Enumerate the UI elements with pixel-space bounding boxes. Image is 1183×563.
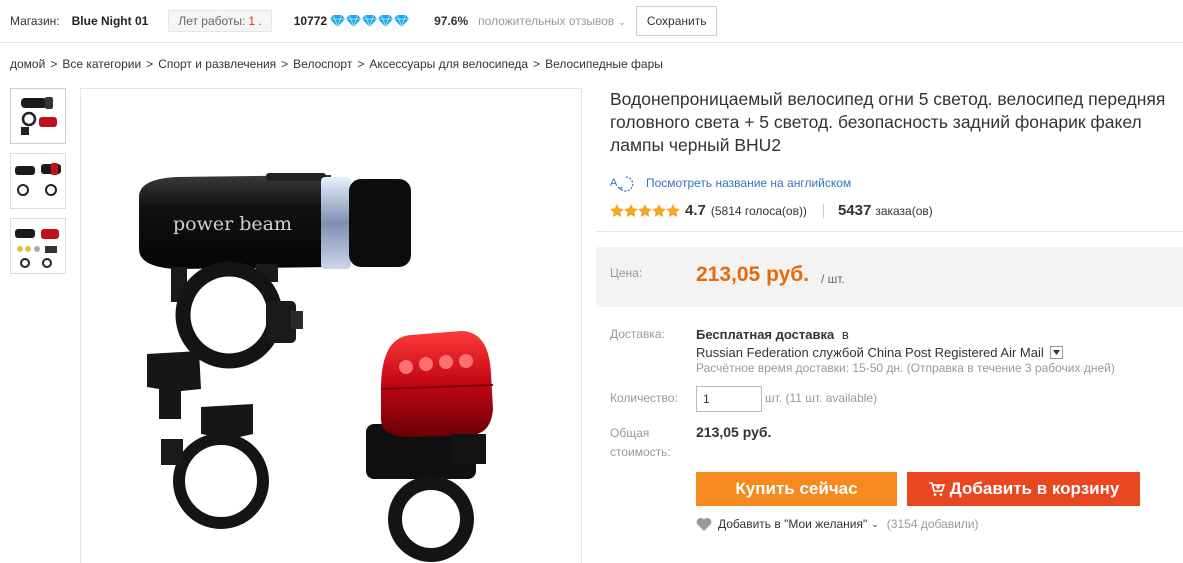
diamond-icon	[330, 15, 346, 27]
rating-stars[interactable]	[610, 204, 680, 217]
breadcrumb-separator: >	[357, 57, 365, 71]
feedback-label: положительных отзывов	[478, 14, 615, 28]
delivery-route[interactable]: Russian Federation службой China Post Re…	[696, 345, 1063, 360]
delivery-free: Бесплатная доставка в	[696, 327, 849, 342]
total-value: 213,05 руб.	[696, 424, 772, 440]
price-value: 213,05 руб.	[696, 263, 810, 286]
star-icon	[624, 204, 638, 217]
orders-count: 5437	[837, 202, 872, 219]
rating-divider	[822, 203, 824, 218]
delivery-dropdown-button[interactable]	[1049, 346, 1063, 359]
delivery-route-text: Russian Federation службой China Post Re…	[696, 345, 1044, 360]
store-bar: Магазин: Blue Night 01 Лет работы: 1 . 1…	[0, 0, 1183, 43]
price-label: Цена:	[610, 266, 643, 280]
translate-icon: A	[610, 176, 634, 192]
chevron-down-icon: ⌄	[618, 17, 626, 27]
bike-light-image: power beam	[139, 173, 494, 562]
breadcrumb-all-categories[interactable]: Все категории	[62, 57, 141, 71]
breadcrumb-cycling[interactable]: Велоспорт	[293, 57, 352, 71]
product-thumbnail-1[interactable]	[10, 88, 66, 144]
product-thumbnail-2[interactable]	[10, 153, 66, 209]
diamond-icon	[394, 15, 410, 27]
price-box: Цена: 213,05 руб. / шт.	[596, 247, 1183, 307]
diamond-icon	[346, 15, 362, 27]
diamond-icon	[362, 15, 378, 27]
star-icon	[652, 204, 666, 217]
thumbnail-image	[15, 229, 59, 268]
rating-value: 4.7	[685, 202, 706, 219]
chevron-down-icon: ⌄	[871, 518, 879, 529]
star-icon	[666, 204, 680, 217]
divider	[596, 231, 1183, 232]
product-title: Водонепроницаемый велосипед огни 5 свето…	[610, 89, 1166, 155]
years-label: Лет работы:	[178, 14, 246, 28]
years-value: 1 .	[248, 14, 262, 28]
breadcrumb-separator: >	[281, 57, 289, 71]
delivery-label: Доставка:	[610, 327, 665, 341]
price-unit: / шт.	[821, 272, 845, 286]
svg-text:A: A	[610, 177, 618, 189]
orders-label: заказа(ов)	[875, 203, 933, 218]
store-score[interactable]: 10772	[294, 14, 327, 28]
save-store-button[interactable]: Сохранить	[635, 6, 718, 36]
thumbnail-image	[15, 163, 61, 196]
store-label: Магазин:	[10, 14, 60, 28]
free-shipping-text: Бесплатная доставка	[696, 327, 835, 342]
breadcrumb-separator: >	[533, 57, 541, 71]
buy-now-button[interactable]: Купить сейчас	[696, 472, 897, 506]
heart-icon	[696, 517, 712, 531]
store-name-link[interactable]: Blue Night 01	[72, 14, 149, 28]
store-years-badge: Лет работы: 1 .	[168, 10, 272, 32]
positive-feedback-percent: 97.6%	[434, 14, 469, 28]
breadcrumb-bike-accessories[interactable]: Аксессуары для велосипеда	[369, 57, 528, 71]
product-thumbnail-3[interactable]	[10, 218, 66, 274]
wishlist-link[interactable]: Добавить в "Мои желания" ⌄ (3154 добавил…	[696, 517, 979, 531]
star-icon	[638, 204, 652, 217]
feedback-dropdown[interactable]: положительных отзывов ⌄	[478, 14, 626, 28]
wishlist-label: Добавить в "Мои желания"	[718, 517, 868, 531]
breadcrumb-separator: >	[146, 57, 154, 71]
quantity-available: шт. (11 шт. available)	[765, 391, 878, 405]
star-icon	[610, 204, 624, 217]
rating-votes-link[interactable]: (5814 голоса(ов))	[711, 204, 807, 218]
store-level-diamonds[interactable]	[330, 15, 410, 27]
product-rating: 4.7 (5814 голоса(ов)) 5437 заказа(ов)	[610, 202, 933, 219]
total-label-line1: Общая	[610, 426, 650, 440]
headlight-brand-text: power beam	[173, 213, 292, 235]
delivery-in: в	[841, 327, 849, 342]
wishlist-count: (3154 добавили)	[886, 517, 979, 531]
thumbnail-image	[21, 97, 57, 135]
breadcrumb-bike-lights[interactable]: Велосипедные фары	[545, 57, 663, 71]
breadcrumb-home[interactable]: домой	[10, 57, 45, 71]
translate-title-link[interactable]: A Посмотреть название на английском	[610, 174, 851, 192]
translate-title-label: Посмотреть название на английском	[646, 176, 852, 190]
breadcrumb: домой > Все категории > Спорт и развлече…	[10, 57, 663, 71]
add-to-cart-button[interactable]: Добавить в корзину	[907, 472, 1140, 506]
quantity-input[interactable]	[696, 386, 762, 412]
caret-down-icon	[1052, 350, 1060, 355]
delivery-eta: Расчётное время доставки: 15-50 дн. (Отп…	[696, 361, 1115, 375]
diamond-icon	[378, 15, 394, 27]
breadcrumb-separator: >	[50, 57, 58, 71]
product-main-image[interactable]: power beam	[80, 88, 582, 563]
quantity-label: Количество:	[610, 391, 678, 405]
add-to-cart-label: Добавить в корзину	[949, 479, 1120, 498]
cart-icon	[928, 481, 945, 496]
total-label-line2: стоимость:	[610, 445, 671, 459]
breadcrumb-sport[interactable]: Спорт и развлечения	[158, 57, 276, 71]
